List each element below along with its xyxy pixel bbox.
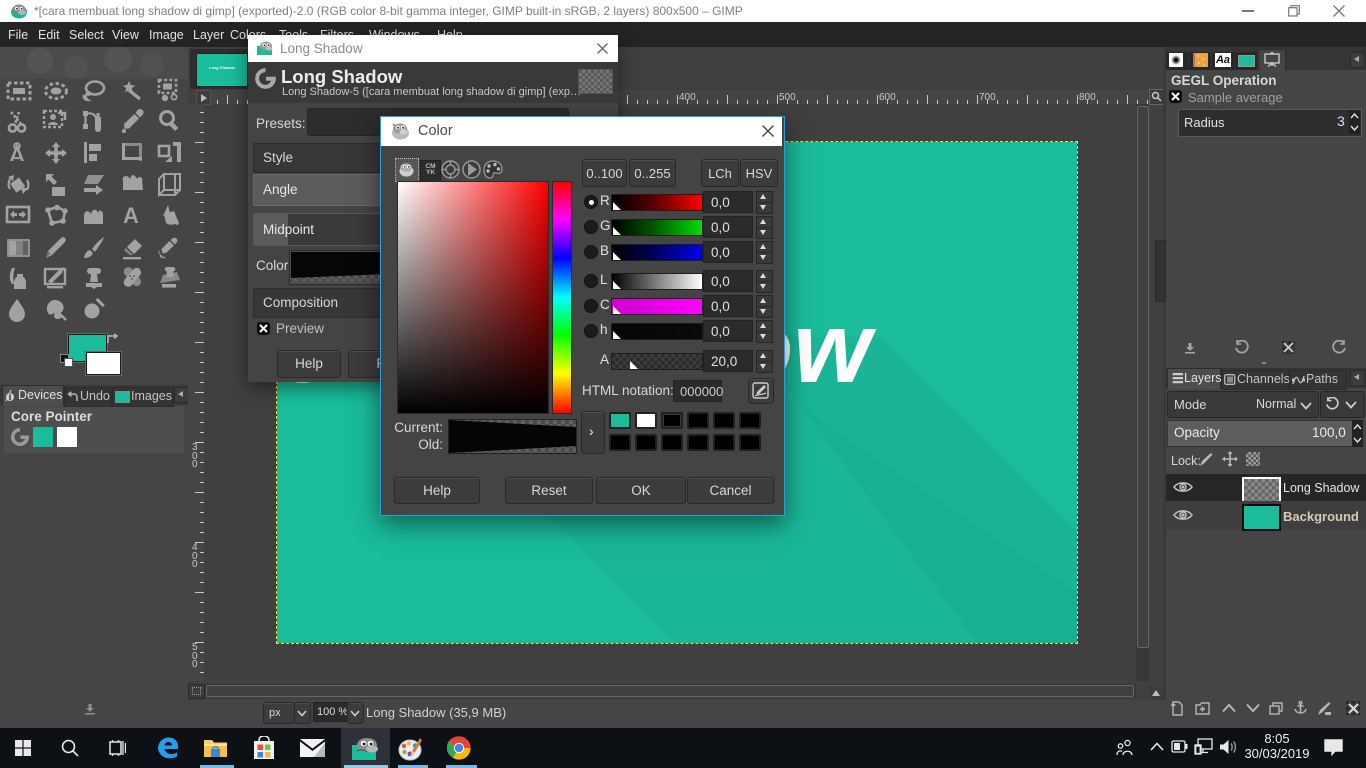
svg-text:A: A — [123, 203, 139, 228]
svg-text:i: i — [9, 392, 12, 402]
